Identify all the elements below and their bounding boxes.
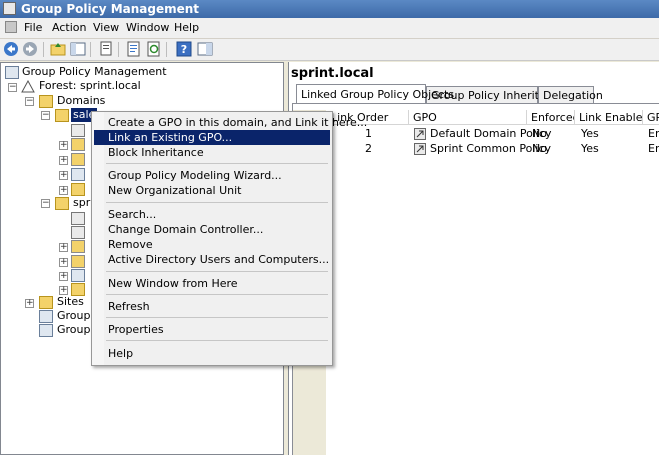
group-policy-management-icon <box>5 66 19 79</box>
row2-enabled: Yes <box>581 142 599 155</box>
menu-remove[interactable]: Remove <box>94 237 330 252</box>
menu-separator <box>106 271 328 272</box>
menu-bar: File Action View Window Help <box>0 18 659 39</box>
copy-icon[interactable] <box>98 41 114 57</box>
help-icon[interactable]: ? <box>176 41 192 57</box>
menu-separator <box>106 317 328 318</box>
forest-triangle-icon <box>21 80 35 93</box>
expand-node-toggle[interactable]: + <box>59 156 68 165</box>
gpo-container-icon <box>71 269 85 282</box>
modeling-icon <box>39 310 53 323</box>
properties-icon[interactable] <box>126 41 142 57</box>
expand-node-toggle[interactable]: + <box>59 286 68 295</box>
menu-block-inheritance[interactable]: Block Inheritance <box>94 145 330 160</box>
collapse-domains-toggle[interactable]: − <box>25 97 34 106</box>
menu-search[interactable]: Search... <box>94 207 330 222</box>
expand-node-toggle[interactable]: + <box>59 186 68 195</box>
menu-new-window[interactable]: New Window from Here <box>94 276 330 291</box>
forward-arrow-icon[interactable] <box>22 41 38 57</box>
expand-sites-toggle[interactable]: + <box>25 299 34 308</box>
menu-new-ou[interactable]: New Organizational Unit <box>94 183 330 198</box>
domain-icon <box>55 197 69 210</box>
sites-icon <box>39 296 53 309</box>
collapse-forest-toggle[interactable]: − <box>8 83 17 92</box>
gpo-link-icon <box>71 226 85 239</box>
row2-order: 2 <box>365 142 372 155</box>
context-menu: Create a GPO in this domain, and Link it… <box>91 111 367 366</box>
console-icon[interactable] <box>5 21 17 33</box>
gpo-link-icon <box>414 143 426 155</box>
menu-action[interactable]: Action <box>52 21 86 34</box>
ou-folder-icon <box>71 240 85 253</box>
domain-title: sprint.local <box>291 66 374 81</box>
row2-gp: En <box>648 142 659 155</box>
toolbar-separator <box>118 42 119 57</box>
menu-change-dc[interactable]: Change Domain Controller... <box>94 222 330 237</box>
window-title: Group Policy Management <box>21 2 200 16</box>
menu-window[interactable]: Window <box>126 21 169 34</box>
tree-root[interactable]: Group Policy Management <box>22 65 167 79</box>
menu-view[interactable]: View <box>93 21 119 34</box>
row1-enabled: Yes <box>581 127 599 140</box>
domain-icon <box>55 109 69 122</box>
row1-gp: En <box>648 127 659 140</box>
domains-folder-icon <box>39 95 53 108</box>
toolbar: ? <box>0 39 659 61</box>
row2-enforced: No <box>532 142 547 155</box>
menu-separator <box>106 202 328 203</box>
tab-delegation[interactable]: Delegation <box>538 86 603 103</box>
ou-folder-icon <box>71 153 85 166</box>
tree-forest[interactable]: Forest: sprint.local <box>39 79 141 93</box>
col-enforced[interactable]: Enforced <box>527 110 575 125</box>
collapse-domain-toggle[interactable]: − <box>41 199 50 208</box>
results-icon <box>39 324 53 337</box>
app-icon <box>3 2 16 15</box>
gpo-link-icon <box>71 212 85 225</box>
tree-domains[interactable]: Domains <box>57 94 105 108</box>
menu-separator <box>106 163 328 164</box>
toolbar-separator <box>166 42 167 57</box>
refresh-icon[interactable] <box>146 41 162 57</box>
col-gpo[interactable]: GPO <box>409 110 527 125</box>
col-gp-status[interactable]: GP <box>643 110 659 125</box>
menu-file[interactable]: File <box>24 21 42 34</box>
expand-node-toggle[interactable]: + <box>59 141 68 150</box>
menu-help[interactable]: Help <box>174 21 199 34</box>
expand-node-toggle[interactable]: + <box>59 243 68 252</box>
row1-enforced: No <box>532 127 547 140</box>
menu-properties[interactable]: Properties <box>94 322 330 337</box>
row1-order: 1 <box>365 127 372 140</box>
view-pane-icon[interactable] <box>197 41 213 57</box>
back-arrow-icon[interactable] <box>3 41 19 57</box>
expand-node-toggle[interactable]: + <box>59 258 68 267</box>
menu-refresh[interactable]: Refresh <box>94 299 330 314</box>
menu-help[interactable]: Help <box>94 346 330 361</box>
toolbar-separator <box>43 42 44 57</box>
svg-text:?: ? <box>181 43 187 56</box>
expand-node-toggle[interactable]: + <box>59 171 68 180</box>
tree-sites[interactable]: Sites <box>57 295 84 309</box>
gpo-container-icon <box>71 168 85 181</box>
expand-node-toggle[interactable]: + <box>59 272 68 281</box>
toolbar-separator <box>90 42 91 57</box>
gpo-link-icon <box>414 128 426 140</box>
ou-folder-icon <box>71 138 85 151</box>
gpo-link-icon <box>71 124 85 137</box>
menu-create-gpo-link[interactable]: Create a GPO in this domain, and Link it… <box>94 115 367 130</box>
menu-modeling-wizard[interactable]: Group Policy Modeling Wizard... <box>94 168 330 183</box>
menu-separator <box>106 294 328 295</box>
title-bar: Group Policy Management <box>0 0 659 18</box>
up-folder-icon[interactable] <box>50 41 66 57</box>
menu-link-existing-gpo[interactable]: Link an Existing GPO... <box>94 130 330 145</box>
collapse-domain-toggle[interactable]: − <box>41 111 50 120</box>
folder-icon <box>71 183 85 196</box>
menu-separator <box>106 340 328 341</box>
ou-folder-icon <box>71 255 85 268</box>
col-link-enabled[interactable]: Link Enabled <box>575 110 643 125</box>
show-hide-tree-icon[interactable] <box>70 41 86 57</box>
menu-ad-users-computers[interactable]: Active Directory Users and Computers... <box>94 252 330 267</box>
tab-linked-gpos[interactable]: Linked Group Policy Objects <box>296 84 454 103</box>
